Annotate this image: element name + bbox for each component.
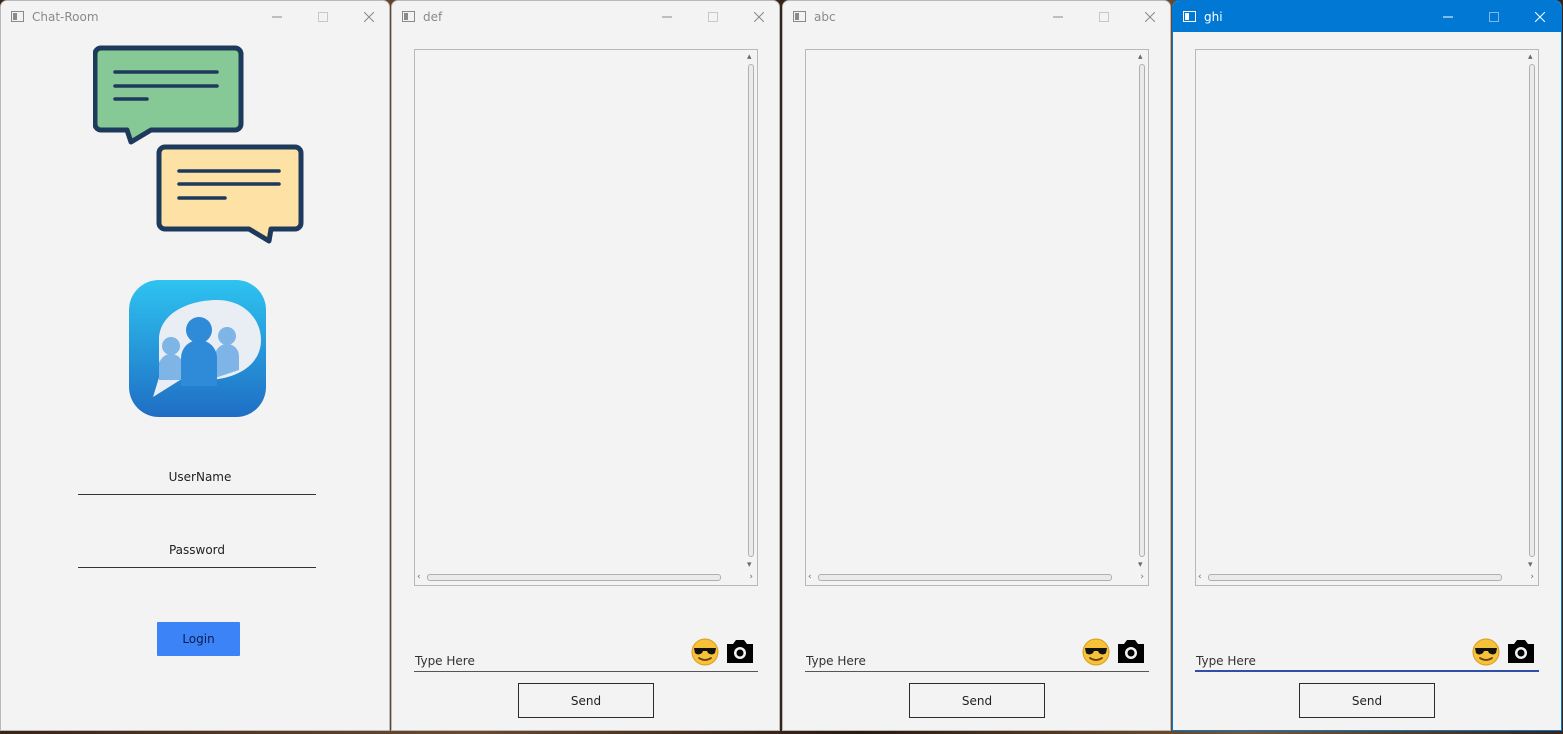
camera-icon[interactable] [725,636,755,666]
login-button[interactable]: Login [157,622,240,656]
close-button[interactable] [1127,4,1170,30]
message-area[interactable]: ▴ ▾ ‹ › [1195,49,1539,586]
scroll-down-icon[interactable]: ▾ [747,561,752,570]
maximize-icon [1489,12,1499,22]
window-app-icon [793,11,806,22]
camera-icon[interactable] [1116,636,1146,666]
login-window: Chat-Room UserName Password Login [0,0,390,731]
horizontal-scrollbar[interactable]: ‹ › [806,571,1144,585]
chat-window-abc: abc ▴▾ ‹› Send [782,0,1171,731]
vertical-scrollbar[interactable]: ▴ ▾ [745,50,757,571]
username-field-label[interactable]: UserName [81,470,319,484]
scroll-right-icon[interactable]: › [749,573,753,582]
scroll-left-icon[interactable]: ‹ [417,573,421,582]
scroll-up-icon[interactable]: ▴ [1138,53,1143,62]
chat-window-ghi: ghi ▴▾ ‹› Send [1172,0,1562,731]
send-button[interactable]: Send [1299,683,1435,718]
close-icon [364,12,374,22]
close-icon [1535,12,1545,22]
window-title: ghi [1204,10,1223,24]
titlebar[interactable]: abc [783,1,1170,32]
message-input-underline [805,671,1149,672]
sunglasses-emoji-icon[interactable] [690,637,720,667]
maximize-button[interactable] [300,4,346,30]
titlebar[interactable]: def [392,1,779,32]
window-title: Chat-Room [32,10,99,24]
message-input[interactable] [414,639,682,671]
scroll-right-icon[interactable]: › [1530,573,1534,582]
chat-window-def: def ▴▾ ‹› Send [391,0,780,731]
sunglasses-emoji-icon[interactable] [1471,637,1501,667]
minimize-button[interactable] [1035,4,1081,30]
maximize-icon [708,12,718,22]
chat-bubbles-icon [93,45,304,244]
scroll-up-icon[interactable]: ▴ [1528,53,1533,62]
message-input-underline [1195,670,1539,672]
scroll-right-icon[interactable]: › [1140,573,1144,582]
titlebar[interactable]: ghi [1173,1,1561,32]
close-button[interactable] [736,4,779,30]
horizontal-scrollbar[interactable]: ‹ › [1196,571,1534,585]
message-input-underline [414,671,758,672]
vertical-scrollbar[interactable]: ▴ ▾ [1526,50,1538,571]
window-app-icon [11,11,24,22]
close-button[interactable] [1517,4,1561,30]
minimize-button[interactable] [254,4,300,30]
close-icon [1145,12,1155,22]
camera-icon[interactable] [1506,636,1536,666]
vertical-scrollbar[interactable]: ▴ ▾ [1136,50,1148,571]
message-area[interactable]: ▴ ▾ ‹ › [805,49,1149,586]
password-field-underline [78,567,316,568]
window-app-icon [1183,11,1196,22]
scroll-down-icon[interactable]: ▾ [1528,561,1533,570]
minimize-button[interactable] [1425,4,1471,30]
scroll-down-icon[interactable]: ▾ [1138,561,1143,570]
maximize-button[interactable] [1471,4,1517,30]
scroll-left-icon[interactable]: ‹ [808,573,812,582]
window-title: def [423,10,443,24]
scroll-up-icon[interactable]: ▴ [747,53,752,62]
maximize-button[interactable] [1081,4,1127,30]
titlebar[interactable]: Chat-Room [1,1,389,32]
username-field-underline [78,494,316,495]
minimize-icon [662,16,672,18]
maximize-icon [318,12,328,22]
minimize-icon [1053,16,1063,18]
message-area[interactable]: ▴ ▾ ‹ › [414,49,758,586]
maximize-button[interactable] [690,4,736,30]
password-field-label[interactable]: Password [78,543,316,557]
message-input[interactable] [805,639,1073,671]
message-input[interactable] [1195,639,1463,671]
minimize-icon [1443,16,1453,18]
minimize-button[interactable] [644,4,690,30]
minimize-icon [272,16,282,18]
maximize-icon [1099,12,1109,22]
sunglasses-emoji-icon[interactable] [1081,637,1111,667]
close-icon [754,12,764,22]
send-button[interactable]: Send [518,683,654,718]
horizontal-scrollbar[interactable]: ‹ › [415,571,753,585]
scroll-left-icon[interactable]: ‹ [1198,573,1202,582]
send-button[interactable]: Send [909,683,1045,718]
group-chat-logo-icon [129,280,266,417]
close-button[interactable] [346,4,389,30]
window-app-icon [402,11,415,22]
window-title: abc [814,10,836,24]
